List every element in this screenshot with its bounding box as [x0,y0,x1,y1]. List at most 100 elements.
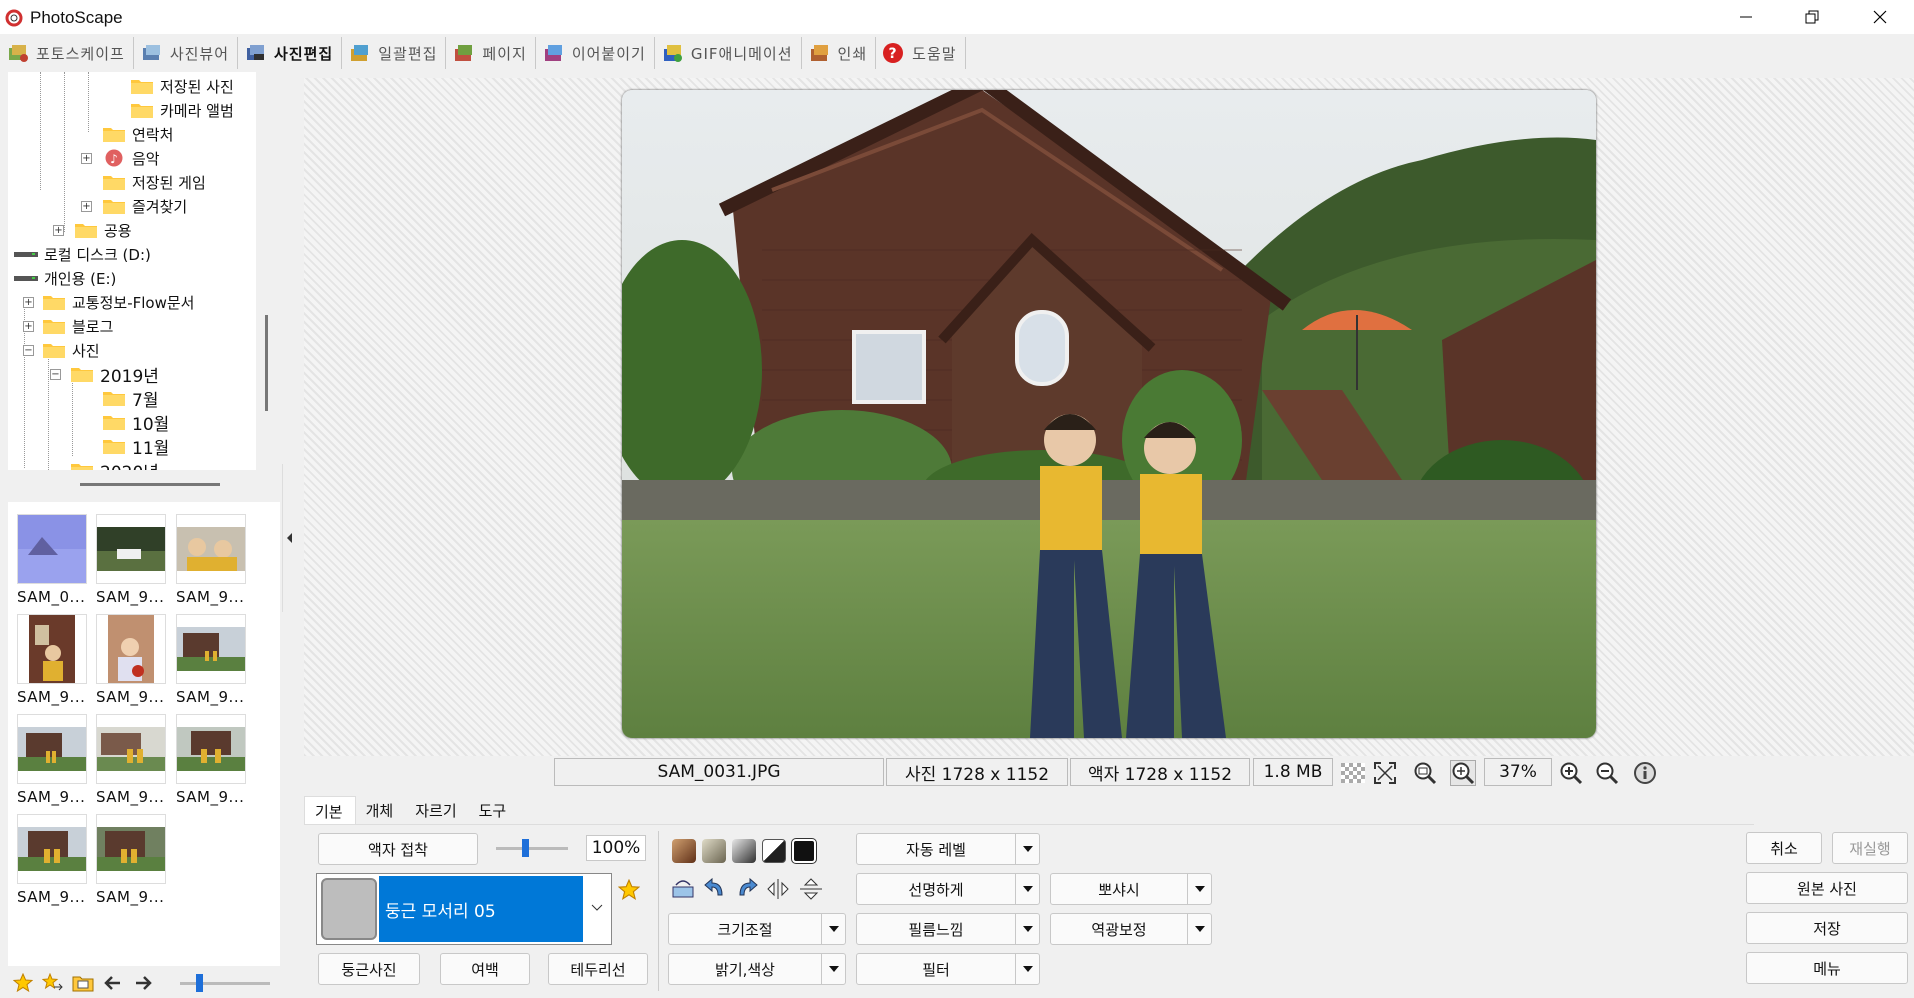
bloom-dropdown[interactable] [1187,874,1211,904]
bloom-button[interactable]: 뽀샤시 [1050,873,1212,905]
thumbnail-size-slider[interactable] [180,974,270,992]
favorite-button[interactable] [8,971,38,995]
expand-button[interactable]: + [23,297,34,308]
save-button[interactable]: 저장 [1746,912,1908,944]
thumbnail[interactable]: SAM_9... [17,614,87,706]
tree-item[interactable]: 개인용 (E:) [14,266,116,290]
collapse-button[interactable]: − [23,345,34,356]
fit-window-button[interactable] [1412,760,1438,786]
film-effect-button[interactable]: 필름느낌 [856,913,1040,945]
rotate-right-icon[interactable] [734,877,760,901]
image-canvas[interactable] [304,78,1914,756]
original-photo-button[interactable]: 원본 사진 [1746,872,1908,904]
zoom-in-button[interactable] [1558,760,1584,786]
tree-item[interactable]: 저장된 게임 [102,170,206,194]
restore-button[interactable] [1780,0,1844,34]
info-button[interactable] [1632,760,1658,786]
tab-object[interactable]: 개체 [356,796,406,824]
expand-button[interactable]: + [53,225,64,236]
collapse-button[interactable]: − [50,369,61,380]
zoom-out-button[interactable] [1594,760,1620,786]
tab-combine[interactable]: 이어붙이기 [536,37,655,69]
tab-help[interactable]: ? 도움말 [876,37,966,69]
expand-button[interactable]: + [23,321,34,332]
expand-button[interactable]: + [81,201,92,212]
tree-horizontal-scrollbar[interactable] [80,483,220,486]
thumbnail[interactable]: SAM_9... [17,814,87,906]
tree-item[interactable]: 즐겨찾기 [102,194,187,218]
tree-item[interactable]: 블로그 [42,314,113,338]
backlight-dropdown[interactable] [1187,914,1211,944]
film-dropdown[interactable] [1015,914,1039,944]
tree-item[interactable]: 10월 [102,410,169,435]
star-move-button[interactable] [38,971,68,995]
margin-button[interactable]: 여백 [440,953,530,985]
thumbnail[interactable]: SAM_0... [17,514,87,606]
tree-item[interactable]: ♪ 음악 [102,146,160,170]
tab-basic[interactable]: 기본 [304,796,356,824]
flip-horizontal-icon[interactable] [766,877,792,901]
thumbnail[interactable]: SAM_9... [96,514,166,606]
minimize-button[interactable] [1714,0,1778,34]
frame-percent-field[interactable]: 100% [586,835,646,861]
tree-vertical-scrollbar[interactable] [265,315,268,411]
undo-button[interactable]: 취소 [1746,832,1822,864]
grayscale-button[interactable] [732,839,756,863]
frame-selector[interactable]: 둥근 모서리 05 [316,873,612,945]
thumbnail[interactable]: SAM_9... [176,514,246,606]
auto-level-button[interactable]: 자동 레벨 [856,833,1040,865]
back-button[interactable] [98,971,128,995]
tab-photoscape[interactable]: 포토스케이프 [0,37,134,69]
thumbnail[interactable]: SAM_9... [176,614,246,706]
sharpen-button[interactable]: 선명하게 [856,873,1040,905]
rotate-icon[interactable] [670,877,696,901]
border-line-button[interactable]: 테두리선 [548,953,648,985]
tab-page[interactable]: 페이지 [446,37,536,69]
tree-item[interactable]: 사진 [42,338,100,362]
tree-item[interactable]: 교통정보-Flow문서 [42,290,194,314]
tab-photo-editor[interactable]: 사진편집 [238,37,343,69]
auto-level-dropdown[interactable] [1015,834,1039,864]
transparency-button[interactable] [1340,760,1366,786]
black-white-button[interactable] [762,839,786,863]
slider-knob[interactable] [196,974,203,992]
brightness-dropdown[interactable] [821,954,845,984]
tab-batch-editor[interactable]: 일괄편집 [342,37,447,69]
folder-tree[interactable]: 저장된 사진 카메라 앨범 연락처 + ♪ 음악 저장된 게임 + 즐겨찾기 +… [8,72,256,470]
tree-item[interactable]: 2019년 [70,362,159,387]
frame-size-slider[interactable] [496,839,568,857]
favorite-frame-button[interactable] [617,878,641,901]
expand-button[interactable]: + [81,153,92,164]
resize-dropdown[interactable] [821,914,845,944]
backlight-correction-button[interactable]: 역광보정 [1050,913,1212,945]
tab-crop[interactable]: 자르기 [405,796,468,824]
forward-button[interactable] [128,971,158,995]
tree-item[interactable]: 연락처 [102,122,173,146]
slider-knob[interactable] [522,839,529,857]
thumbnail[interactable]: SAM_9... [96,814,166,906]
tab-photo-viewer[interactable]: 사진뷰어 [134,37,239,69]
redo-button[interactable]: 재실행 [1832,832,1908,864]
flip-vertical-icon[interactable] [798,877,824,901]
filter-dropdown[interactable] [1015,954,1039,984]
collapse-sidebar-button[interactable] [282,464,296,612]
frame-fit-button[interactable]: 액자 접착 [318,833,478,865]
tree-item[interactable]: 공용 [74,218,132,242]
brightness-color-button[interactable]: 밝기,색상 [668,953,846,985]
tree-item[interactable]: 카메라 앨범 [130,98,234,122]
rotate-left-icon[interactable] [702,877,728,901]
sepia-button[interactable] [672,839,696,863]
tree-item[interactable]: 로컬 디스크 (D:) [14,242,151,266]
fullscreen-button[interactable] [1372,760,1398,786]
thumbnail[interactable]: SAM_9... [96,714,166,806]
close-button[interactable] [1848,0,1912,34]
thumbnail[interactable]: SAM_9... [17,714,87,806]
actual-size-button[interactable] [1450,760,1476,786]
negative-button[interactable] [792,839,816,863]
tree-item[interactable]: 2020년 [70,458,159,470]
sharpen-dropdown[interactable] [1015,874,1039,904]
thumbnail[interactable]: SAM_9... [176,714,246,806]
tree-item[interactable]: 11월 [102,434,169,459]
tab-print[interactable]: 인쇄 [802,37,877,69]
tab-tools[interactable]: 도구 [469,796,519,824]
